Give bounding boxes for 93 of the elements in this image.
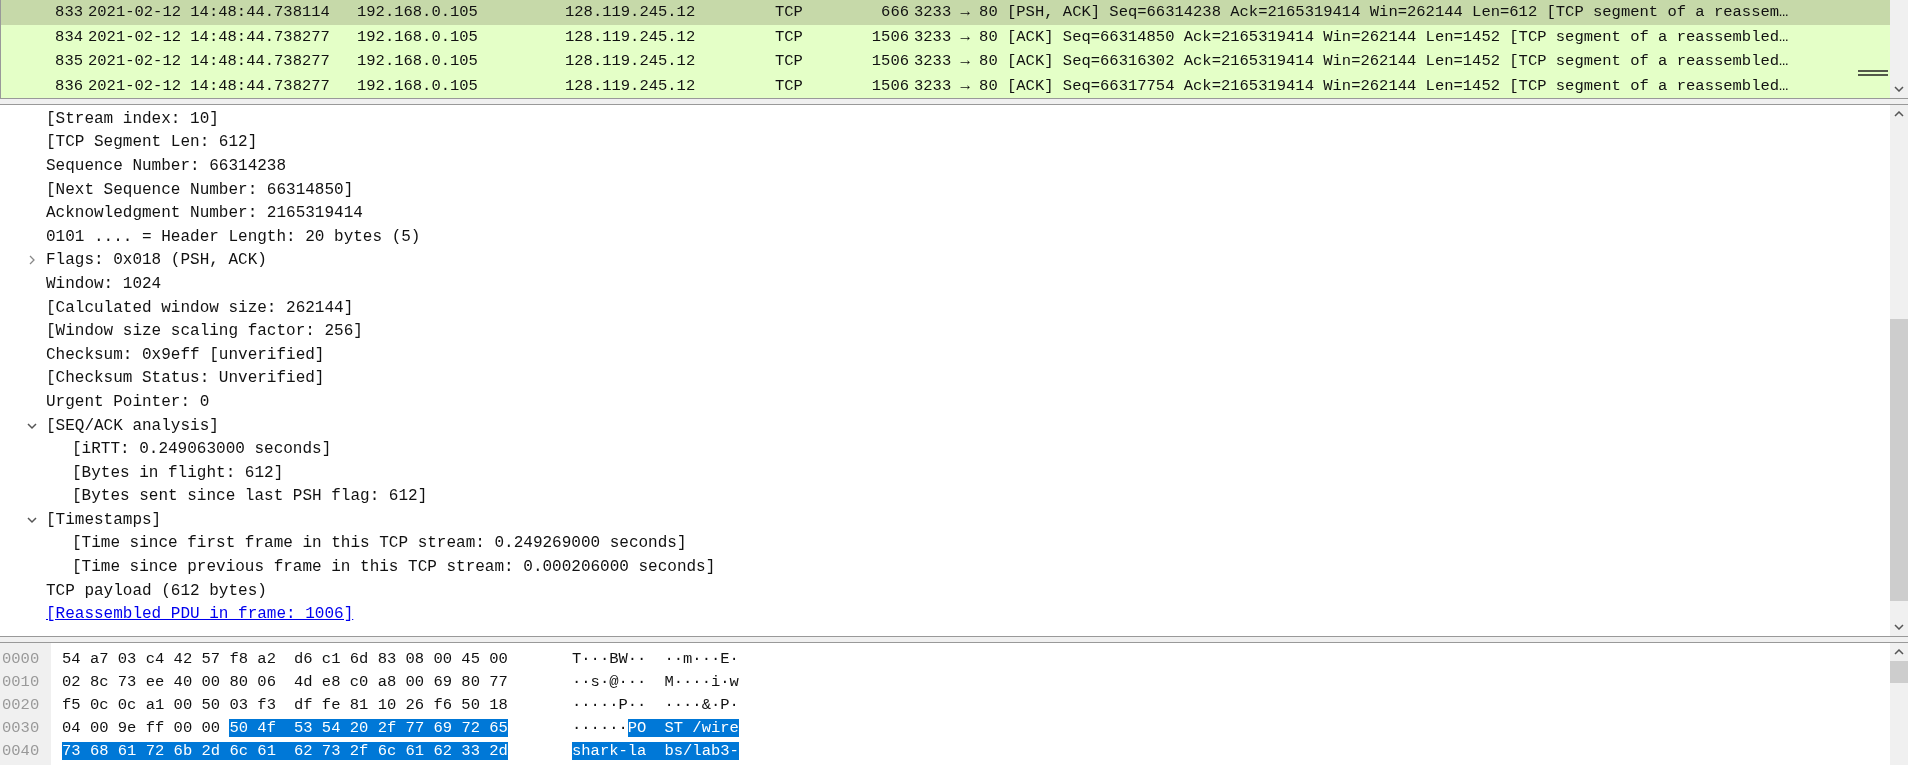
double-line-icon: [1858, 70, 1888, 76]
hex-bytes[interactable]: 73 68 61 72 6b 2d 6c 61: [62, 741, 294, 760]
pane-splitter[interactable]: [0, 636, 1908, 643]
tree-item[interactable]: Flags: 0x018 (PSH, ACK): [46, 251, 267, 270]
ascii-bytes[interactable]: M····i·w: [664, 672, 739, 691]
table-cell-text: 192.168.0.105: [357, 3, 479, 22]
ascii-bytes[interactable]: ····&·P·: [664, 695, 739, 714]
chevron-down-icon[interactable]: [1894, 86, 1904, 92]
table-cell-text: 128.119.245.12: [565, 27, 697, 46]
scrollbar-thumb[interactable]: [1890, 661, 1908, 683]
tree-item[interactable]: [iRTT: 0.249063000 seconds]: [72, 440, 332, 459]
chevron-down-icon[interactable]: [27, 420, 37, 431]
chevron-down-icon[interactable]: [27, 514, 37, 525]
byte-offset: 0040: [1, 741, 41, 760]
tree-item[interactable]: [Bytes in flight: 612]: [72, 463, 284, 482]
table-cell-text: 128.119.245.12: [565, 52, 697, 71]
hex-bytes[interactable]: 4d e8 c0 a8 00 69 80 77: [293, 672, 508, 691]
table-cell-text: TCP: [775, 52, 804, 71]
ascii-bytes[interactable]: shark-la: [572, 741, 665, 760]
ascii-bytes[interactable]: ··s·@···: [572, 672, 647, 691]
scrollbar[interactable]: [1890, 105, 1908, 636]
byte-offset: 0030: [1, 718, 41, 737]
byte-offset: 0010: [1, 672, 41, 691]
table-cell-text: 2021-02-12 14:48:44.738277: [88, 76, 331, 95]
scrollbar[interactable]: [1890, 0, 1908, 98]
table-cell-text: 192.168.0.105: [357, 52, 479, 71]
ascii-bytes[interactable]: PO: [627, 718, 665, 737]
table-cell: 3233 → 80 [ACK] Seq=66317754 Ack=2165319414 Win=262144 Len=1452 [TCP segment of a reassembled…: [914, 76, 1789, 95]
table-cell-text: 2021-02-12 14:48:44.738114: [88, 3, 331, 22]
hex-bytes[interactable]: 50 4f: [229, 718, 294, 737]
ascii-bytes[interactable]: ··m···E·: [664, 649, 739, 668]
tree-item[interactable]: [Time since previous frame in this TCP stream: 0.000206000 seconds]: [72, 558, 716, 577]
table-cell-text: TCP: [775, 27, 804, 46]
byte-offset: 0000: [1, 649, 41, 668]
tree-item[interactable]: [TCP Segment Len: 612]: [46, 133, 258, 152]
hex-bytes[interactable]: 54 a7 03 c4 42 57 f8 a2: [62, 649, 276, 668]
table-cell-text: 666: [880, 3, 909, 22]
tree-item[interactable]: 0101 .... = Header Length: 20 bytes (5): [46, 227, 421, 246]
chevron-up-icon[interactable]: [1894, 649, 1904, 655]
tree-item[interactable]: [Calculated window size: 262144]: [46, 298, 354, 317]
hex-bytes[interactable]: 53 54 20 2f 77 69 72 65: [293, 718, 508, 737]
tree-item[interactable]: [Time since first frame in this TCP stream: 0.249269000 seconds]: [72, 534, 687, 553]
tree-item[interactable]: [Stream index: 10]: [46, 109, 219, 128]
table-cell-text: 128.119.245.12: [565, 3, 697, 22]
table-cell: 3233 → 80 [ACK] Seq=66316302 Ack=2165319414 Win=262144 Len=1452 [TCP segment of a reassembled…: [914, 52, 1789, 71]
ascii-bytes[interactable]: bs/lab3-: [664, 741, 739, 760]
hex-bytes[interactable]: df fe 81 10 26 f6 50 18: [293, 695, 508, 714]
tree-item[interactable]: Urgent Pointer: 0: [46, 392, 210, 411]
table-cell-text: 192.168.0.105: [357, 27, 479, 46]
pane-splitter[interactable]: [0, 98, 1908, 105]
frame-link[interactable]: [Reassembled PDU in frame: 1006]: [46, 605, 354, 624]
table-cell-text: 2021-02-12 14:48:44.738277: [88, 52, 331, 71]
chevron-right-icon[interactable]: [27, 255, 37, 266]
table-cell-text: 1506: [870, 27, 909, 46]
ascii-bytes[interactable]: ·····P··: [572, 695, 647, 714]
table-cell-text: 192.168.0.105: [357, 76, 479, 95]
byte-offset: 0020: [1, 695, 41, 714]
table-cell-text: 834: [54, 27, 83, 46]
table-cell-text: 2021-02-12 14:48:44.738277: [88, 27, 331, 46]
tree-item[interactable]: [Checksum Status: Unverified]: [46, 369, 325, 388]
table-cell-text: 833: [54, 3, 83, 22]
scrollbar-thumb[interactable]: [1890, 319, 1908, 601]
ascii-bytes[interactable]: T···BW··: [572, 649, 647, 668]
tree-item[interactable]: Sequence Number: 66314238: [46, 157, 287, 175]
packet-row[interactable]: 833 2021-02-12 14:48:44.738114 192.168.0.105 128.119.245.12 TCP 666 3233 → 80 [PSH, ACK] Seq=66314238 Ack=2165319414 Win=262144 Len=612 [TCP segment of a reassem…: [1, 0, 1890, 25]
tree-item[interactable]: [Next Sequence Number: 66314850]: [46, 180, 354, 199]
table-cell: 3233 → 80 [PSH, ACK] Seq=66314238 Ack=2165319414 Win=262144 Len=612 [TCP segment of a reassem…: [914, 3, 1789, 22]
tree-item[interactable]: Checksum: 0x9eff [unverified]: [46, 345, 325, 364]
table-cell-text: 835: [54, 52, 83, 71]
scrollbar[interactable]: [1890, 643, 1908, 765]
hex-bytes[interactable]: f5 0c 0c a1 00 50 03 f3: [62, 695, 276, 714]
table-cell-text: TCP: [775, 76, 804, 95]
hex-bytes[interactable]: d6 c1 6d 83 08 00 45 00: [293, 649, 508, 668]
table-cell-text: 128.119.245.12: [565, 76, 697, 95]
tree-item[interactable]: [Bytes sent since last PSH flag: 612]: [72, 487, 428, 506]
table-cell-text: TCP: [775, 3, 804, 22]
hex-bytes[interactable]: 02 8c 73 ee 40 00 80 06: [62, 672, 276, 691]
ascii-bytes[interactable]: ······: [572, 718, 628, 737]
tree-item[interactable]: [Timestamps]: [46, 510, 162, 529]
table-cell-text: 836: [54, 76, 83, 95]
tree-item[interactable]: TCP payload (612 bytes): [46, 581, 267, 600]
table-cell: 3233 → 80 [ACK] Seq=66314850 Ack=2165319414 Win=262144 Len=1452 [TCP segment of a reassembled…: [914, 27, 1789, 46]
hex-bytes[interactable]: 04 00 9e ff 00 00: [62, 718, 221, 737]
hex-bytes[interactable]: 62 73 2f 6c 61 62 33 2d: [293, 741, 508, 760]
chevron-down-icon[interactable]: [1894, 624, 1904, 630]
tree-item[interactable]: [Window size scaling factor: 256]: [46, 322, 363, 341]
ascii-bytes[interactable]: ST /wire: [664, 718, 739, 737]
table-cell-text: 1506: [870, 52, 909, 71]
tree-item[interactable]: [SEQ/ACK analysis]: [46, 416, 219, 435]
tree-item[interactable]: Window: 1024: [46, 274, 162, 293]
tree-item[interactable]: Acknowledgment Number: 2165319414: [46, 204, 363, 223]
chevron-up-icon[interactable]: [1894, 111, 1904, 117]
table-cell-text: 1506: [870, 76, 909, 95]
